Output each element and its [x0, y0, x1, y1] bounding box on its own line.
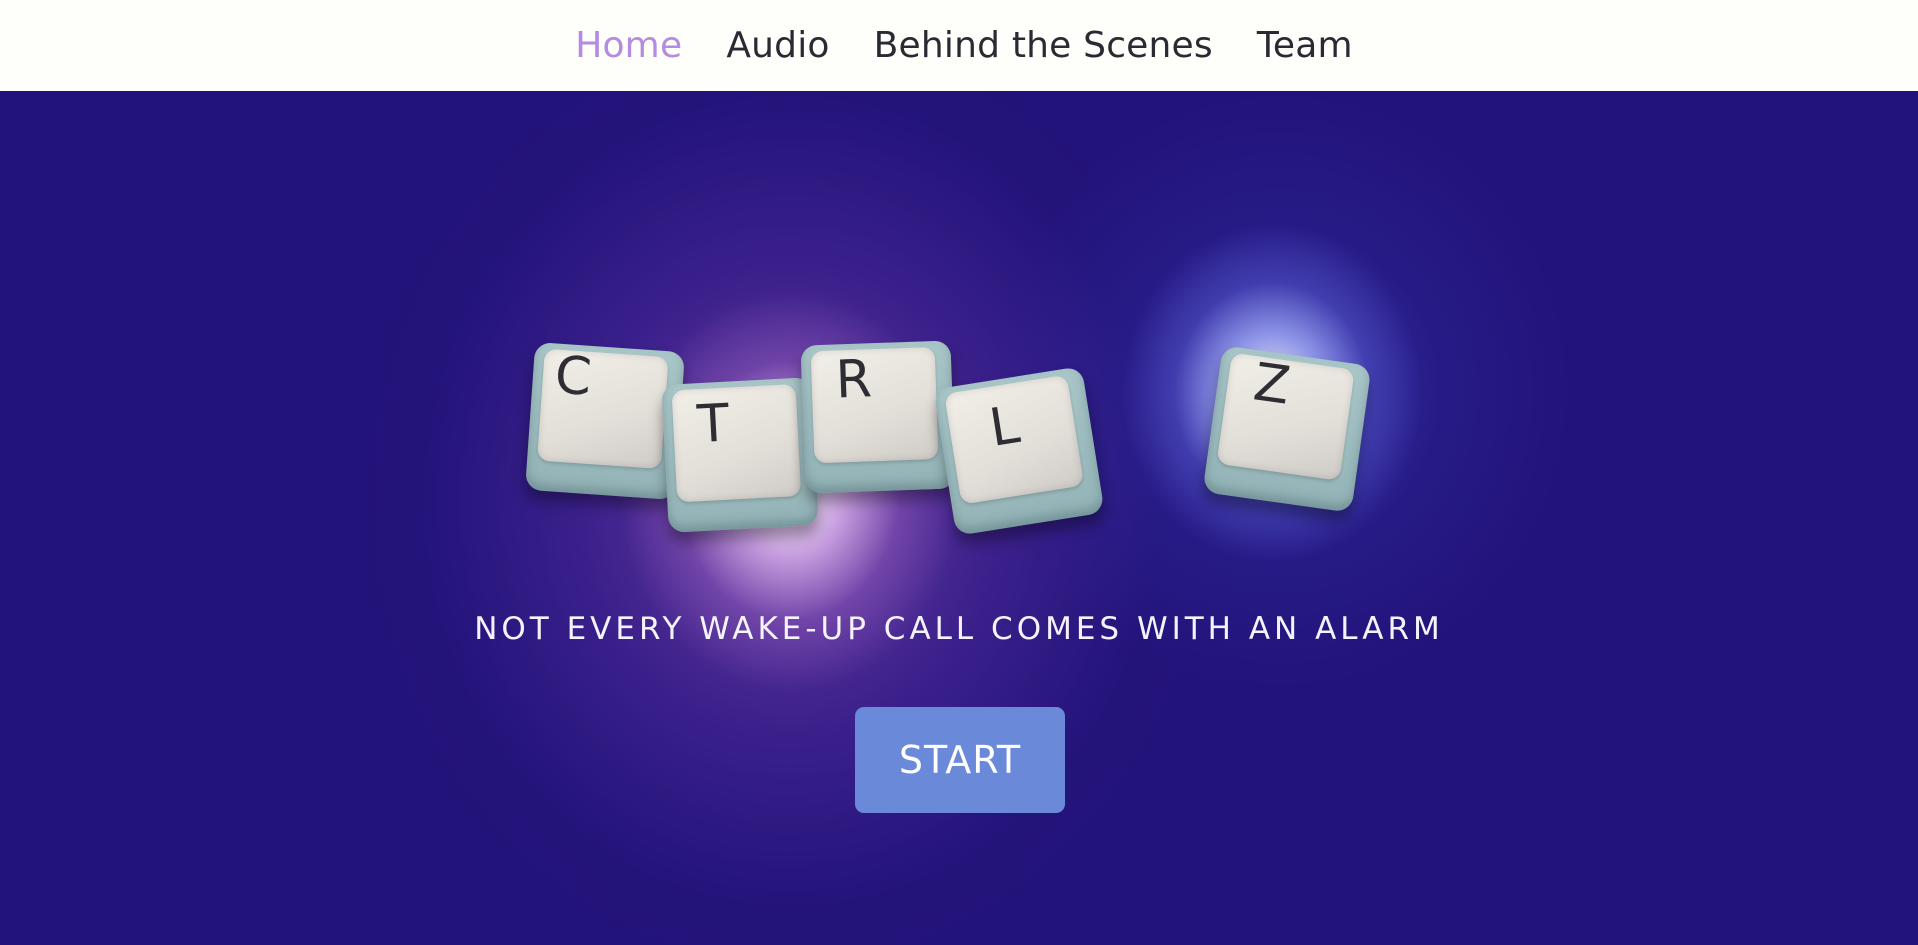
keycap-z: Z [1202, 345, 1372, 513]
top-navigation: Home Audio Behind the Scenes Team [0, 0, 1918, 91]
keycap-l: L [933, 366, 1105, 536]
keycap-r-letter: R [834, 349, 873, 411]
nav-link-audio[interactable]: Audio [726, 25, 829, 66]
keycap-c-letter: C [552, 345, 594, 408]
ctrl-z-keycaps-logo: C T R L Z [0, 91, 1918, 945]
hero-section: C T R L Z NOT EVERY WAKE-UP CALL COMES W… [0, 91, 1918, 945]
nav-link-team[interactable]: Team [1257, 25, 1353, 66]
keycap-t-letter: T [695, 393, 731, 456]
keycap-c: C [525, 341, 685, 501]
nav-link-home[interactable]: Home [575, 25, 682, 66]
keycap-t: T [661, 377, 819, 533]
keycap-r: R [800, 340, 956, 494]
start-button[interactable]: START [855, 707, 1065, 813]
hero-tagline: NOT EVERY WAKE-UP CALL COMES WITH AN ALA… [474, 611, 1444, 647]
keycap-z-letter: Z [1250, 352, 1294, 417]
nav-menu: Home Audio Behind the Scenes Team [553, 25, 1375, 66]
nav-link-behind-the-scenes[interactable]: Behind the Scenes [874, 25, 1213, 66]
